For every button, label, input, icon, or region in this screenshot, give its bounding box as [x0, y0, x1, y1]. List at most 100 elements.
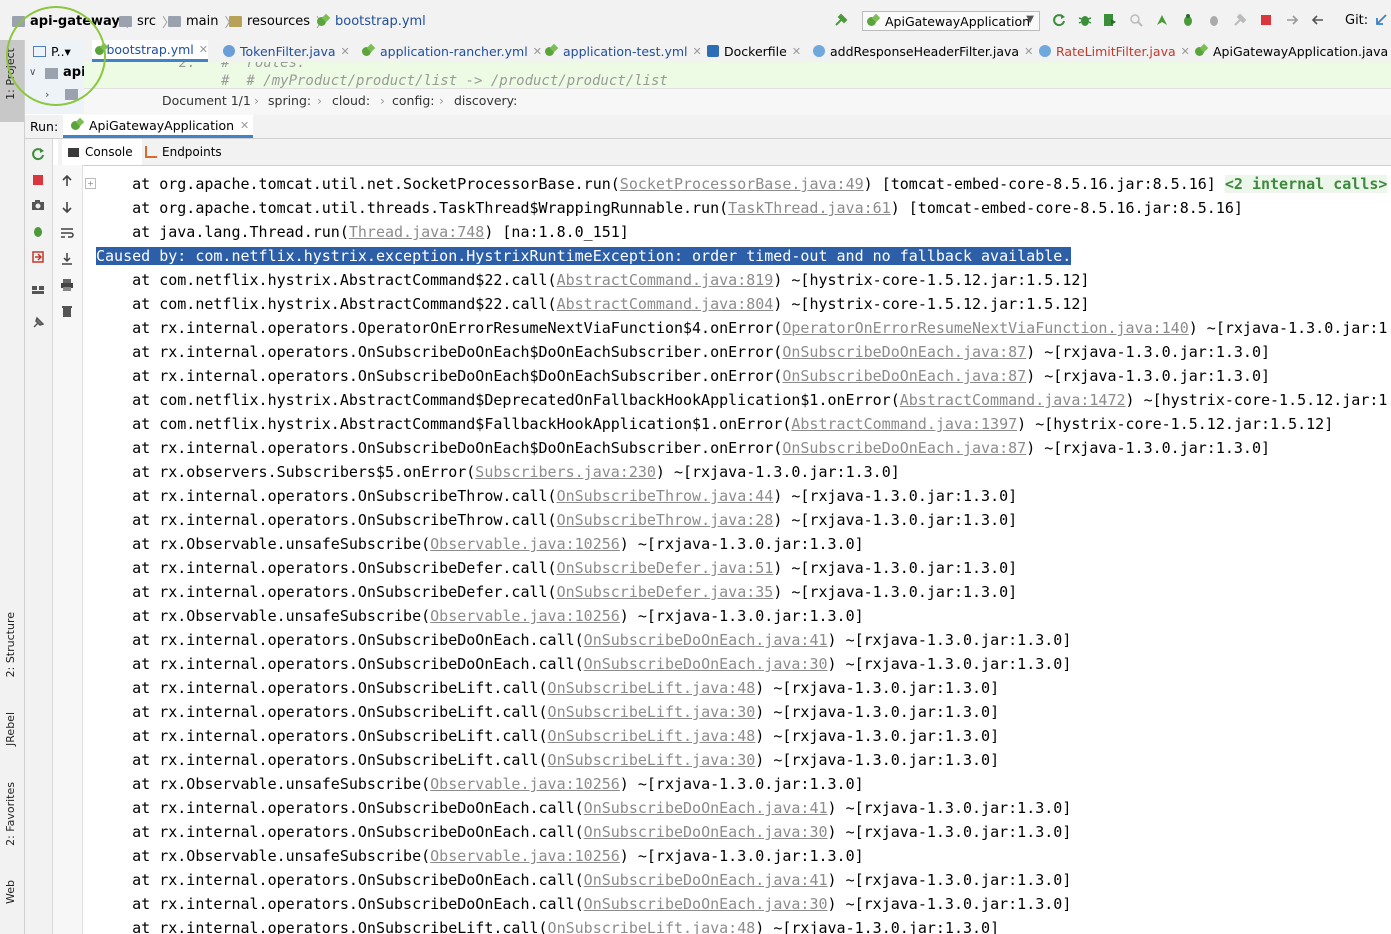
close-icon[interactable]: ✕ [1181, 45, 1190, 58]
source-link[interactable]: AbstractCommand.java:804 [557, 295, 774, 313]
tool-jrebel-label[interactable]: JRebel [4, 712, 17, 746]
line-suffix: ) ~[rxjava-1.3.0.jar:1.3.0] [827, 631, 1072, 649]
source-link[interactable]: OnSubscribeLift.java:30 [548, 751, 756, 769]
build-hammer-icon[interactable] [834, 13, 848, 27]
tab-application-rancher[interactable]: application-rancher.yml ✕ [362, 40, 542, 62]
crumb-main[interactable]: main〉 [168, 12, 238, 31]
console-output[interactable]: + at org.apache.tomcat.util.net.SocketPr… [84, 166, 1391, 934]
source-link[interactable]: Observable.java:10256 [430, 607, 620, 625]
doc-crumb[interactable]: cloud: [332, 93, 370, 108]
source-link[interactable]: SocketProcessorBase.java:49 [620, 175, 864, 193]
arrow-down-icon[interactable] [60, 200, 74, 214]
line-text: at rx.Observable.unsafeSubscribe( [96, 847, 431, 865]
hammer-disabled-icon[interactable] [1233, 13, 1247, 27]
jrebel-run-icon[interactable] [1155, 13, 1169, 27]
source-link[interactable]: OperatorOnErrorResumeNextViaFunction.jav… [782, 319, 1188, 337]
profile-icon[interactable] [1129, 13, 1143, 27]
tab-addresponseheaderfilter[interactable]: addResponseHeaderFilter.java ✕ [813, 40, 1033, 62]
git-update-icon[interactable] [1374, 13, 1388, 27]
doc-crumb[interactable]: Document 1/1 [162, 93, 251, 108]
source-link[interactable]: AbstractCommand.java:1397 [791, 415, 1017, 433]
source-link[interactable]: OnSubscribeDoOnEach.java:41 [584, 871, 828, 889]
tab-console[interactable]: Console [62, 139, 142, 165]
tab-apigatewayapplication[interactable]: ApiGatewayApplication.java ✕ [1195, 40, 1391, 62]
source-link[interactable]: OnSubscribeLift.java:30 [548, 703, 756, 721]
arrow-left-icon[interactable] [1311, 13, 1325, 27]
close-icon[interactable]: ✕ [792, 45, 801, 58]
source-link[interactable]: OnSubscribeDoOnEach.java:30 [584, 895, 828, 913]
source-link[interactable]: OnSubscribeLift.java:48 [548, 919, 756, 934]
close-icon[interactable]: ✕ [341, 45, 350, 58]
pin-icon[interactable] [31, 316, 45, 330]
source-link[interactable]: Thread.java:748 [349, 223, 484, 241]
tab-bootstrap-yml[interactable]: bootstrap.yml ✕ [92, 40, 208, 62]
stop-icon[interactable] [31, 173, 45, 187]
line-suffix: ) ~[rxjava-1.3.0.jar:1.3.0] [773, 511, 1018, 529]
source-link[interactable]: OnSubscribeLift.java:48 [548, 727, 756, 745]
arrow-up-icon[interactable] [60, 174, 74, 188]
line-suffix: ) ~[rxjava-1.3.0.jar:1.3.0] [1026, 343, 1271, 361]
close-icon[interactable]: ✕ [199, 43, 208, 56]
rerun-icon[interactable] [31, 147, 45, 161]
close-icon[interactable]: ✕ [1024, 45, 1033, 58]
source-link[interactable]: Subscribers.java:230 [475, 463, 656, 481]
debug-icon[interactable] [1078, 13, 1092, 27]
source-link[interactable]: AbstractCommand.java:1472 [900, 391, 1126, 409]
source-link[interactable]: TaskThread.java:61 [728, 199, 891, 217]
source-link[interactable]: Observable.java:10256 [430, 775, 620, 793]
coverage-icon[interactable] [1103, 13, 1117, 27]
jrebel-debug-icon[interactable] [1181, 13, 1195, 27]
doc-crumb[interactable]: config: [392, 93, 434, 108]
source-link[interactable]: AbstractCommand.java:819 [557, 271, 774, 289]
source-link[interactable]: Observable.java:10256 [430, 847, 620, 865]
source-link[interactable]: OnSubscribeThrow.java:28 [557, 511, 774, 529]
tab-tokenfilter[interactable]: TokenFilter.java ✕ [223, 40, 350, 62]
source-link[interactable]: OnSubscribeDoOnEach.java:41 [584, 631, 828, 649]
source-link[interactable]: OnSubscribeDoOnEach.java:30 [584, 823, 828, 841]
crumb-separator: › [254, 93, 259, 108]
internal-calls-toggle[interactable]: <2 internal calls> [1224, 175, 1388, 193]
tab-dockerfile[interactable]: Dockerfile ✕ [707, 40, 801, 62]
jrebel-icon[interactable] [31, 224, 45, 238]
source-link[interactable]: OnSubscribeDefer.java:51 [557, 559, 774, 577]
close-icon[interactable]: ✕ [693, 45, 702, 58]
stop-icon[interactable] [1259, 13, 1273, 27]
source-link[interactable]: OnSubscribeDoOnEach.java:87 [782, 367, 1026, 385]
tab-application-test[interactable]: application-test.yml ✕ [545, 40, 702, 62]
close-icon[interactable]: ✕ [533, 45, 542, 58]
tool-favorites-label[interactable]: 2: Favorites [4, 782, 17, 846]
print-icon[interactable] [60, 278, 74, 292]
attach-debugger-icon[interactable] [1207, 13, 1221, 27]
rerun-icon[interactable] [1052, 13, 1066, 27]
editor-content-strip[interactable]: 2: # routes: # # /myProduct/product/list… [84, 62, 1391, 88]
crumb-resources[interactable]: resources 〉 [229, 12, 329, 31]
source-link[interactable]: Observable.java:10256 [430, 535, 620, 553]
crumb-file[interactable]: bootstrap.yml [317, 12, 426, 30]
soft-wrap-icon[interactable] [60, 226, 74, 240]
tab-ratelimitfilter[interactable]: RateLimitFilter.java ✕ [1039, 40, 1190, 62]
doc-crumb[interactable]: spring: [268, 93, 311, 108]
source-link[interactable]: OnSubscribeDoOnEach.java:41 [584, 799, 828, 817]
tool-structure-label[interactable]: 2: Structure [4, 612, 17, 677]
scroll-to-end-icon[interactable] [60, 252, 74, 266]
run-configuration-select[interactable]: ApiGatewayApplication ▼ [862, 11, 1040, 31]
camera-icon[interactable] [31, 198, 45, 212]
trash-icon[interactable] [60, 304, 74, 318]
source-link[interactable]: OnSubscribeDoOnEach.java:30 [584, 655, 828, 673]
crumb-src[interactable]: src〉 [119, 12, 175, 31]
run-tab[interactable]: ApiGatewayApplication ✕ [63, 115, 253, 138]
source-link[interactable]: OnSubscribeDoOnEach.java:87 [782, 439, 1026, 457]
line-text: at org.apache.tomcat.util.net.SocketProc… [96, 175, 620, 193]
source-link[interactable]: OnSubscribeLift.java:48 [548, 679, 756, 697]
source-link[interactable]: OnSubscribeThrow.java:44 [557, 487, 774, 505]
source-link[interactable]: OnSubscribeDefer.java:35 [557, 583, 774, 601]
arrow-right-icon[interactable] [1285, 13, 1299, 27]
fold-toggle-icon[interactable]: + [85, 178, 96, 189]
tab-endpoints[interactable]: Endpoints [145, 139, 222, 165]
tool-web-label[interactable]: Web [4, 880, 17, 904]
doc-crumb[interactable]: discovery: [454, 93, 517, 108]
exit-icon[interactable] [31, 250, 45, 264]
layout-icon[interactable] [31, 283, 45, 297]
source-link[interactable]: OnSubscribeDoOnEach.java:87 [782, 343, 1026, 361]
close-icon[interactable]: ✕ [240, 119, 249, 132]
